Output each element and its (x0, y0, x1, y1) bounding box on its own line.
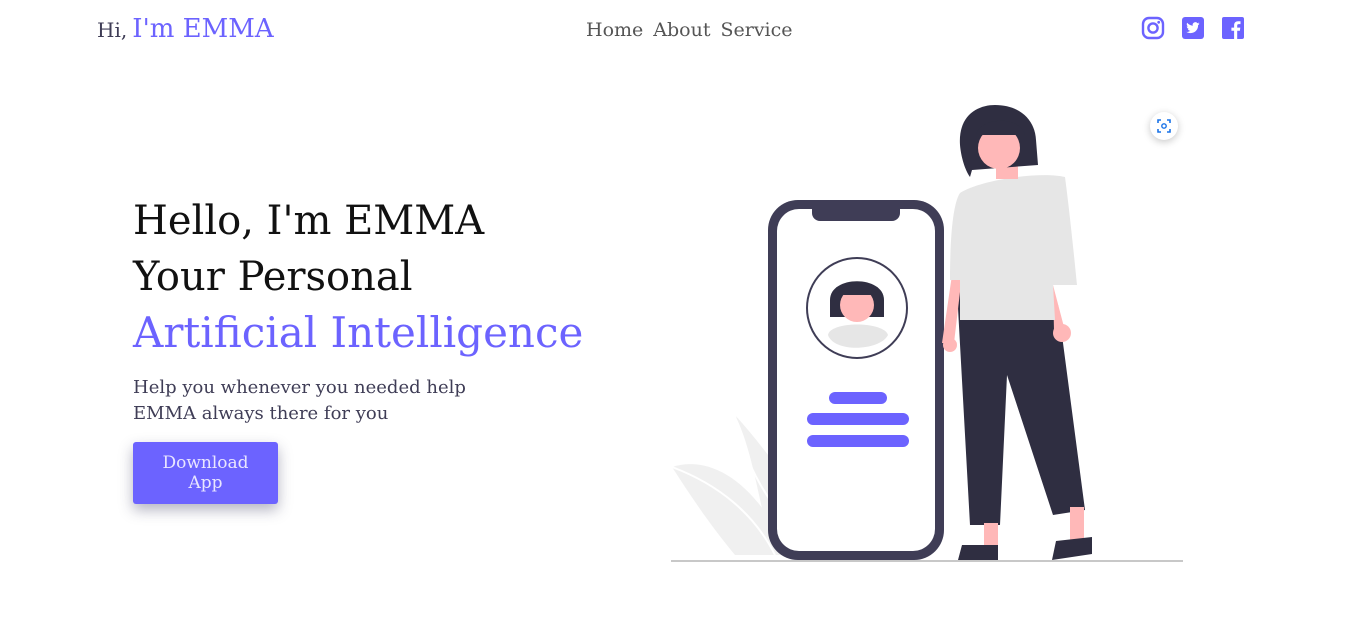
hero-illustration (671, 105, 1183, 562)
social-links (1141, 16, 1245, 40)
hero-title-accent: Artificial Intelligence (133, 308, 584, 357)
instagram-icon[interactable] (1141, 16, 1165, 40)
phone-graphic (768, 200, 944, 560)
facebook-icon[interactable] (1221, 16, 1245, 40)
nav-home[interactable]: Home (586, 19, 643, 41)
hero-subtitle: Help you whenever you needed help EMMA a… (133, 375, 583, 427)
twitter-icon[interactable] (1181, 16, 1205, 40)
woman-figure (942, 105, 1092, 560)
brand-prefix: Hi, (97, 18, 128, 42)
brand-name: I'm EMMA (132, 14, 274, 44)
phone-avatar (806, 257, 908, 359)
hero-section: Hello, I'm EMMA Your Personal Artificial… (133, 193, 583, 504)
visual-search-button[interactable] (1150, 112, 1178, 140)
download-app-button[interactable]: Download App (133, 442, 278, 504)
hero-subtitle-line2: EMMA always there for you (133, 403, 389, 424)
nav-service[interactable]: Service (720, 19, 792, 41)
hero-subtitle-line1: Help you whenever you needed help (133, 377, 466, 398)
hero-title-line2: Your Personal (133, 254, 413, 300)
brand-logo[interactable]: Hi, I'm EMMA (97, 14, 274, 44)
nav-about[interactable]: About (653, 19, 710, 41)
scan-icon (1157, 119, 1171, 133)
header: Hi, I'm EMMA Home About Service (0, 0, 1346, 64)
hero-title-line1: Hello, I'm EMMA (133, 198, 485, 244)
main-nav: Home About Service (586, 19, 793, 41)
